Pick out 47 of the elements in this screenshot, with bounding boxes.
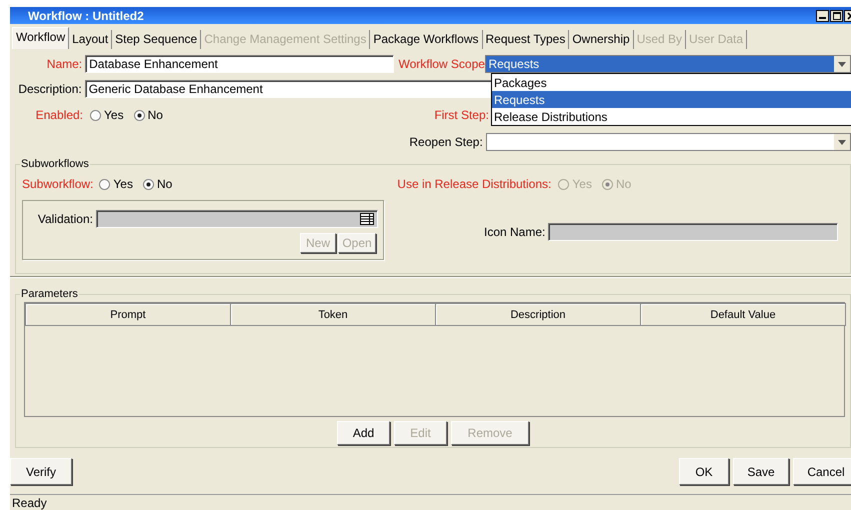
section-title: Subworkflows — [20, 158, 90, 170]
tab[interactable]: Ownership — [569, 30, 634, 49]
action-button[interactable]: Cancel — [793, 458, 851, 485]
field-label: Name: — [46, 57, 84, 71]
action-button[interactable]: Add — [337, 421, 390, 445]
field-label: First Step: — [433, 108, 490, 122]
field-label: Enabled: — [34, 108, 84, 122]
radio-label: No — [616, 177, 632, 191]
radio-label: No — [148, 108, 163, 122]
radio-label: Yes — [113, 177, 133, 191]
column-header[interactable]: Default Value — [640, 304, 846, 326]
radio-label: No — [156, 177, 172, 191]
column-header[interactable]: Description — [436, 304, 640, 326]
name-field[interactable]: Database Enhancement — [85, 55, 394, 73]
tab[interactable]: Step Sequence — [112, 30, 202, 49]
action-button[interactable]: OK — [679, 458, 729, 485]
tab[interactable]: Package Workflows — [370, 30, 482, 49]
field-label: Use in Release Distributions: — [397, 177, 552, 191]
scope-dropdown[interactable]: Requests — [485, 55, 851, 73]
tab[interactable]: Layout — [69, 30, 112, 49]
window-title: Workflow : Untitled2 — [28, 8, 144, 22]
field-label: Workflow Scope — [398, 57, 486, 71]
radio-button[interactable] — [134, 110, 145, 120]
dropdown-option[interactable]: Requests — [492, 91, 851, 108]
field-label: Description: — [17, 82, 83, 96]
section-title: Parameters — [20, 288, 79, 300]
reopen-step-dropdown[interactable] — [486, 133, 851, 151]
status-bar: Ready — [10, 494, 851, 510]
dropdown-option[interactable]: Release Distributions — [492, 108, 851, 125]
radio-button[interactable] — [99, 178, 110, 190]
action-button[interactable]: Save — [733, 458, 789, 485]
maximize-icon — [832, 12, 840, 20]
field-label: Validation: — [36, 212, 94, 226]
minimize-button[interactable] — [816, 10, 829, 22]
field-label: Icon Name: — [484, 225, 546, 239]
column-header[interactable]: Prompt — [26, 304, 230, 326]
tab[interactable]: Workflow — [12, 27, 70, 49]
field-label: Subworkflow: — [22, 177, 94, 191]
field-label: Reopen Step: — [408, 135, 484, 149]
radio-label: Yes — [572, 177, 592, 191]
radio-label: Yes — [104, 108, 124, 122]
action-button[interactable]: Verify — [10, 458, 72, 485]
radio-button[interactable] — [90, 110, 101, 120]
tab[interactable]: Request Types — [482, 30, 570, 49]
maximize-button[interactable] — [830, 10, 843, 22]
radio-button[interactable] — [142, 178, 154, 190]
column-header[interactable]: Token — [230, 304, 436, 326]
